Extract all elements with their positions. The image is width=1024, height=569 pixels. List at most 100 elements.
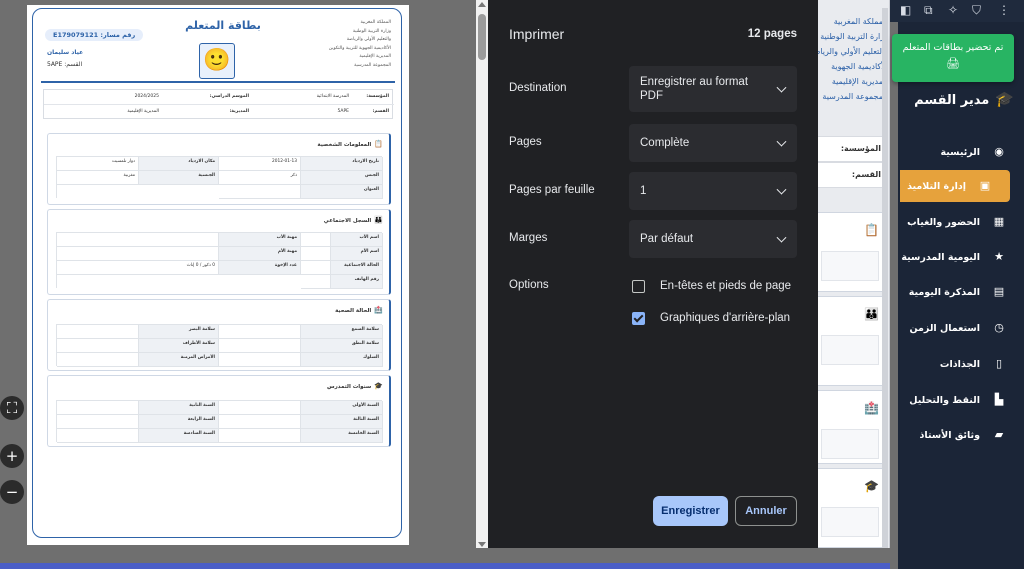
class-field: القسم: bbox=[814, 162, 886, 188]
student-class: القسم: 5APE bbox=[47, 61, 83, 68]
table-cell: سلامة السمع bbox=[301, 325, 383, 339]
table-cell bbox=[301, 233, 331, 247]
school-label: المؤسسة: bbox=[840, 144, 881, 153]
schooling-section: 🎓سنوات التمدرس السنة الأولى السنة الثاني… bbox=[47, 375, 391, 447]
sidebar-brand[interactable]: 🎓 مدير القسم bbox=[910, 82, 1020, 116]
section-title-text: سنوات التمدرس bbox=[327, 384, 372, 390]
table-cell: مغربية bbox=[57, 171, 139, 185]
students-icon: ▣ bbox=[979, 179, 991, 192]
section-title: 🏥الحالة الصحية bbox=[335, 306, 383, 314]
notebook-icon: ▤ bbox=[993, 285, 1005, 298]
sidebar-item-teacher-docs[interactable]: ▰ وثائق الأستاذ bbox=[898, 419, 1024, 451]
print-dialog: Imprimer 12 pages Destination Enregistre… bbox=[488, 0, 818, 548]
sidebar-item-lesson-sheets[interactable]: ▯ الجذاذات bbox=[898, 348, 1024, 380]
extensions-icon[interactable]: ✧ bbox=[948, 3, 958, 17]
margins-select[interactable]: Par défaut bbox=[629, 220, 797, 258]
scroll-down-icon[interactable] bbox=[478, 542, 486, 547]
header-line: وزارة التربية الوطنية bbox=[820, 32, 888, 41]
header-line: والتعليم الأولي والرياضة bbox=[814, 47, 888, 56]
margins-value: Par défaut bbox=[640, 233, 694, 245]
table-cell: الحالة الاجتماعية bbox=[331, 261, 383, 275]
pages-per-sheet-value: 1 bbox=[640, 185, 647, 197]
table-cell bbox=[301, 247, 331, 261]
pages-select[interactable]: Complète bbox=[629, 124, 797, 162]
table-cell bbox=[57, 353, 139, 367]
save-button[interactable]: Enregistrer bbox=[653, 496, 728, 526]
brand-label: مدير القسم bbox=[914, 93, 990, 108]
more-icon[interactable]: ⋮ bbox=[998, 3, 1010, 17]
sidebar-item-daily-notes[interactable]: ▤ المذكرة اليومية bbox=[898, 276, 1024, 308]
sidebar-item-label: الجذاذات bbox=[939, 359, 980, 370]
sidebar-item-school-log[interactable]: ★ اليومية المدرسية bbox=[898, 241, 1024, 273]
sidebar-item-home[interactable]: ◉ الرئيسية bbox=[898, 136, 1024, 168]
chevron-down-icon bbox=[776, 82, 787, 93]
header-line: المملكة المغربية bbox=[833, 17, 888, 26]
sidebar-toggle-icon[interactable]: ◧ bbox=[900, 3, 911, 17]
background-graphics-label: Graphiques d'arrière-plan bbox=[660, 312, 791, 324]
app-header-text: المملكة المغربية وزارة التربية الوطنية و… bbox=[814, 14, 888, 104]
table-cell: الجنس bbox=[301, 171, 383, 185]
table-cell: السنة السادسة bbox=[139, 429, 219, 443]
table-cell: عدد الإخوة bbox=[219, 261, 301, 275]
dashboard-icon: ◉ bbox=[994, 145, 1004, 158]
minus-icon: − bbox=[5, 483, 19, 501]
schooling-card: 🎓 bbox=[814, 468, 886, 548]
sidebar-item-label: المذكرة اليومية bbox=[908, 287, 980, 298]
table-cell bbox=[219, 325, 301, 339]
class-label: القسم: bbox=[851, 170, 881, 179]
clipboard-icon: 📋 bbox=[864, 223, 879, 237]
tab-icon[interactable]: ⧉ bbox=[924, 3, 933, 18]
table-cell bbox=[57, 415, 139, 429]
ministry-line: المملكة المغربية bbox=[360, 20, 391, 25]
info-label: المؤسسة: bbox=[366, 94, 389, 99]
background-app: المملكة المغربية وزارة التربية الوطنية و… bbox=[808, 0, 1024, 569]
table-cell: تاريخ الازدياد bbox=[301, 157, 383, 171]
sidebar-item-label: الرئيسية bbox=[940, 147, 980, 158]
table-cell: رقم الهاتف bbox=[331, 275, 383, 289]
chart-icon: ▙ bbox=[994, 393, 1004, 406]
sidebar-item-students[interactable]: ▣ إدارة التلاميذ bbox=[900, 170, 1010, 202]
table-cell: السنة الثانية bbox=[139, 401, 219, 415]
headers-footers-checkbox[interactable] bbox=[632, 280, 645, 293]
destination-select[interactable]: Enregistrer au format PDF bbox=[629, 66, 797, 112]
table-cell: العنوان bbox=[301, 185, 383, 199]
chevron-down-icon bbox=[776, 136, 787, 147]
app-scrollbar[interactable] bbox=[882, 8, 888, 560]
table-cell: 2012-01-13 bbox=[219, 157, 301, 171]
sidebar-item-label: اليومية المدرسية bbox=[901, 252, 980, 263]
table-cell bbox=[57, 429, 139, 443]
browser-toolbar: ◧ ⧉ ✧ ⛉ ⋮ bbox=[890, 0, 1024, 22]
pages-per-sheet-select[interactable]: 1 bbox=[629, 172, 797, 210]
zoom-in-button[interactable]: + bbox=[0, 444, 24, 468]
zoom-out-button[interactable]: − bbox=[0, 480, 24, 504]
sidebar-item-label: وثائق الأستاذ bbox=[919, 430, 980, 441]
plus-icon: + bbox=[5, 447, 19, 465]
sidebar-item-attendance[interactable]: ▦ الحضور والغياب bbox=[898, 206, 1024, 238]
family-icon: 👪 bbox=[374, 216, 383, 224]
sidebar-item-grades[interactable]: ▙ النقط والتحليل bbox=[898, 384, 1024, 416]
fit-to-page-button[interactable]: ⛶ bbox=[0, 396, 24, 420]
ministry-line: وزارة التربية الوطنية bbox=[352, 28, 391, 34]
background-graphics-checkbox[interactable] bbox=[632, 312, 645, 325]
cancel-button[interactable]: Annuler bbox=[735, 496, 797, 526]
graduation-cap-icon: 🎓 bbox=[864, 479, 879, 493]
table-cell: السنة الأولى bbox=[301, 401, 383, 415]
section-title-text: الحالة الصحية bbox=[335, 308, 372, 314]
page-count: 12 pages bbox=[747, 28, 797, 40]
sidebar-item-timetable[interactable]: ◷ استعمال الزمن bbox=[898, 312, 1024, 344]
health-card: 🏥 bbox=[814, 390, 886, 464]
destination-value: Enregistrer au format PDF bbox=[640, 76, 749, 102]
table-cell bbox=[301, 261, 331, 275]
family-icon: 👪 bbox=[864, 307, 879, 321]
info-value: 2024/2025 bbox=[134, 94, 159, 99]
health-table: سلامة السمع سلامة البصر سلامة النطق سلام… bbox=[56, 324, 383, 367]
preview-scrollbar[interactable] bbox=[476, 0, 488, 569]
table-cell bbox=[219, 401, 301, 415]
scroll-up-icon[interactable] bbox=[478, 2, 486, 7]
scroll-thumb[interactable] bbox=[478, 14, 486, 60]
shield-icon[interactable]: ⛉ bbox=[972, 3, 981, 18]
info-label: الموسم الدراسي: bbox=[209, 94, 249, 99]
health-section: 🏥الحالة الصحية سلامة السمع سلامة البصر س… bbox=[47, 299, 391, 371]
section-title: 🎓سنوات التمدرس bbox=[327, 382, 383, 390]
table-cell: ذكر bbox=[219, 171, 301, 185]
